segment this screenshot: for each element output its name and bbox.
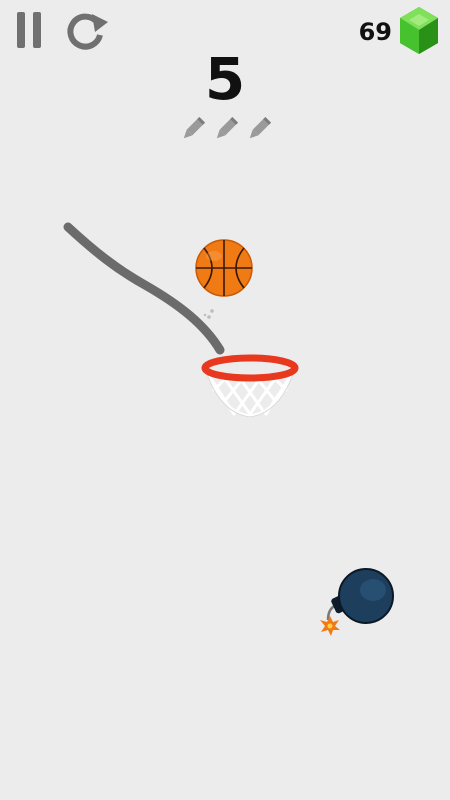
motion-marks: [203, 309, 214, 319]
bomb-fuse-spark: [320, 616, 340, 636]
hoop-icon: [201, 354, 299, 382]
game-canvas[interactable]: [0, 0, 450, 800]
basketball-icon: [195, 239, 253, 297]
drawn-line: [63, 222, 225, 355]
bomb-icon: [320, 568, 394, 636]
